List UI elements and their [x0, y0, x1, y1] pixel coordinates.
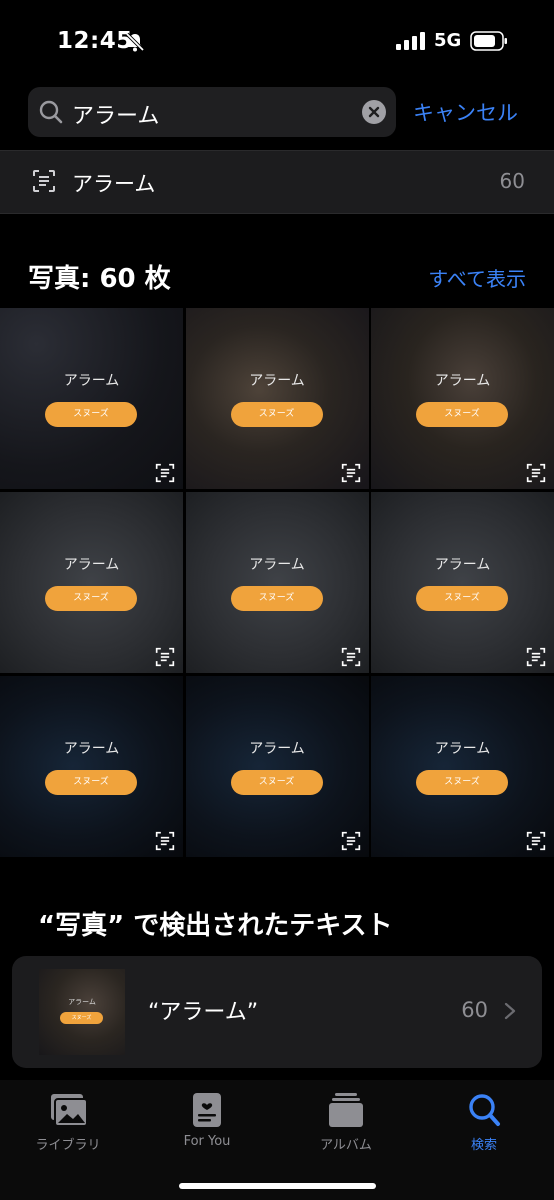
thumbnail-text-snooze: スヌーズ — [60, 1012, 103, 1024]
detected-text-count: 60 — [461, 998, 488, 1022]
detected-text-row[interactable]: アラーム スヌーズ “アラーム” 60 — [12, 956, 542, 1068]
tab-library[interactable]: ライブラリ — [8, 1092, 128, 1153]
live-text-icon[interactable] — [341, 831, 361, 851]
photo-text-snooze: スヌーズ — [230, 770, 323, 795]
text-scan-icon — [33, 170, 55, 192]
see-all-button[interactable]: すべて表示 — [428, 263, 526, 292]
detected-text-thumbnail: アラーム スヌーズ — [39, 969, 125, 1055]
network-type: 5G — [434, 30, 462, 51]
photo-text-alarm: アラーム — [63, 741, 120, 757]
photo-text-snooze: スヌーズ — [45, 770, 137, 795]
tab-label: ライブラリ — [35, 1138, 101, 1153]
photo-thumbnail[interactable]: アラーム スヌーズ — [371, 308, 554, 489]
live-text-icon[interactable] — [526, 831, 546, 851]
live-text-icon[interactable] — [341, 647, 361, 667]
live-text-icon[interactable] — [526, 463, 546, 483]
photo-grid: アラーム スヌーズ アラーム スヌーズ アラーム スヌーズ アラーム スヌーズ … — [0, 308, 554, 857]
photo-text-snooze: スヌーズ — [230, 586, 323, 611]
live-text-icon[interactable] — [155, 463, 175, 483]
tab-label: アルバム — [320, 1138, 372, 1153]
photo-thumbnail[interactable]: アラーム スヌーズ — [185, 676, 369, 857]
tab-bar: ライブラリ For You アルバム 検索 — [0, 1080, 554, 1200]
photo-text-alarm: アラーム — [434, 741, 491, 757]
photo-thumbnail[interactable]: アラーム スヌーズ — [0, 308, 183, 489]
search-icon — [469, 1094, 500, 1126]
photo-text-alarm: アラーム — [63, 373, 120, 389]
signal-icon — [396, 32, 425, 50]
live-text-icon[interactable] — [155, 647, 175, 667]
photo-thumbnail[interactable]: アラーム スヌーズ — [371, 492, 554, 673]
status-time: 12:45 — [57, 28, 133, 54]
photo-text-snooze: スヌーズ — [416, 586, 508, 611]
tab-label: For You — [183, 1134, 231, 1149]
photo-text-alarm: アラーム — [249, 373, 305, 389]
search-field[interactable]: アラーム — [28, 87, 396, 137]
photo-text-snooze: スヌーズ — [416, 770, 508, 795]
chevron-right-icon — [504, 1002, 516, 1020]
photo-text-alarm: アラーム — [249, 741, 305, 757]
tab-search[interactable]: 検索 — [424, 1092, 544, 1153]
suggestion-label: アラーム — [72, 172, 156, 196]
photo-text-alarm: アラーム — [63, 557, 120, 573]
photo-text-alarm: アラーム — [434, 373, 491, 389]
photo-text-snooze: スヌーズ — [45, 402, 137, 427]
tab-albums[interactable]: アルバム — [286, 1092, 406, 1153]
detected-text-label: “アラーム” — [148, 1000, 259, 1025]
search-suggestion-row[interactable]: アラーム 60 — [0, 150, 554, 214]
photo-text-snooze: スヌーズ — [230, 402, 323, 427]
status-bar: 12:45 5G — [0, 0, 554, 80]
photo-thumbnail[interactable]: アラーム スヌーズ — [185, 492, 369, 673]
cancel-button[interactable]: キャンセル — [413, 97, 518, 127]
live-text-icon[interactable] — [526, 647, 546, 667]
photo-thumbnail[interactable]: アラーム スヌーズ — [185, 308, 369, 489]
battery-icon — [470, 31, 507, 51]
clear-icon[interactable] — [362, 100, 386, 124]
for-you-icon — [193, 1093, 221, 1127]
photo-text-alarm: アラーム — [434, 557, 491, 573]
photo-thumbnail[interactable]: アラーム スヌーズ — [0, 492, 183, 673]
search-icon — [39, 100, 63, 124]
photo-text-snooze: スヌーズ — [45, 586, 137, 611]
thumbnail-text-alarm: アラーム — [68, 998, 96, 1006]
home-indicator[interactable] — [179, 1183, 376, 1189]
search-input[interactable]: アラーム — [72, 98, 159, 130]
photo-thumbnail[interactable]: アラーム スヌーズ — [0, 676, 183, 857]
live-text-icon[interactable] — [341, 463, 361, 483]
albums-icon — [329, 1093, 363, 1127]
bell-slash-icon — [125, 32, 145, 52]
photo-text-snooze: スヌーズ — [416, 402, 508, 427]
suggestion-count: 60 — [499, 169, 525, 193]
detected-text-section-title: “写真” で検出されたテキスト — [38, 911, 393, 941]
live-text-icon[interactable] — [155, 831, 175, 851]
photo-text-alarm: アラーム — [249, 557, 305, 573]
photos-section-title: 写真: 60 枚 — [28, 264, 171, 294]
tab-for-you[interactable]: For You — [147, 1092, 267, 1149]
tab-label: 検索 — [470, 1138, 497, 1153]
photo-thumbnail[interactable]: アラーム スヌーズ — [371, 676, 554, 857]
photo-library-icon — [51, 1094, 88, 1127]
